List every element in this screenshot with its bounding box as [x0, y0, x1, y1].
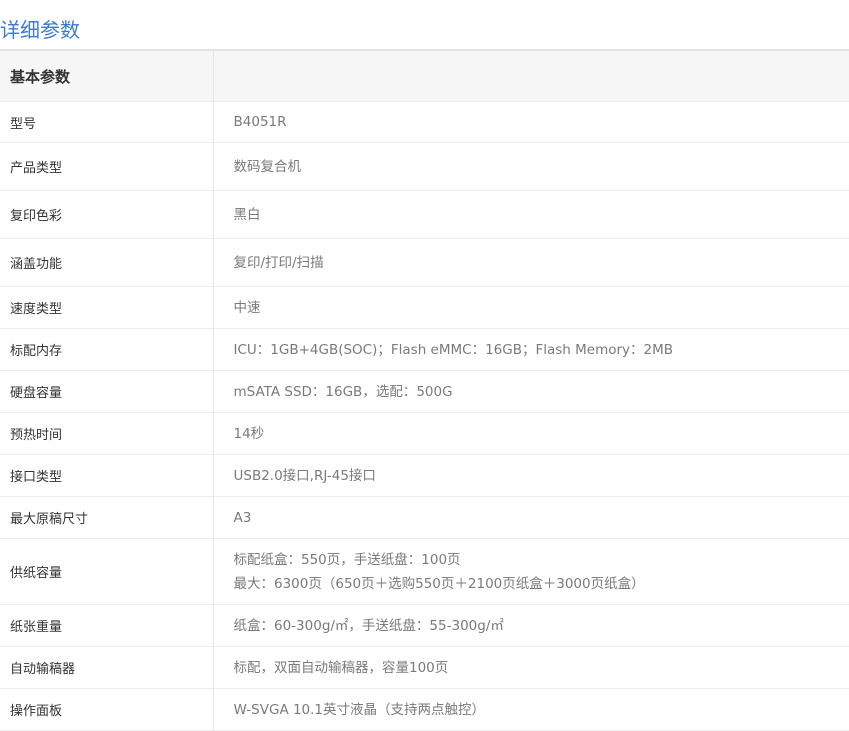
spec-row: 纸张重量纸盒：60-300g/㎡，手送纸盘：55-300g/㎡: [0, 605, 849, 647]
spec-row: 型号 B4051R: [0, 102, 849, 143]
spec-row: 硬盘容量 mSATA SSD：16GB，选配：500G: [0, 371, 849, 413]
spec-value-line: B4051R: [234, 110, 849, 134]
spec-key: 涵盖功能: [0, 239, 213, 287]
spec-value: 复印/打印/扫描: [213, 239, 849, 287]
spec-row: 产品类型数码复合机: [0, 143, 849, 191]
spec-value-line: 数码复合机: [234, 155, 849, 179]
spec-row: 涵盖功能复印/打印/扫描: [0, 239, 849, 287]
section-value-cell: [213, 51, 849, 102]
spec-value: ICU：1GB+4GB(SOC)；Flash eMMC：16GB；Flash M…: [213, 329, 849, 371]
spec-key: 操作面板: [0, 689, 213, 731]
spec-value-line: 中速: [234, 296, 849, 320]
page-title: 详细参数: [0, 15, 80, 45]
spec-value: mSATA SSD：16GB，选配：500G: [213, 371, 849, 413]
spec-row: 最大原稿尺寸 A3: [0, 497, 849, 539]
spec-value: 数码复合机: [213, 143, 849, 191]
spec-value-line: 标配纸盒：550页，手送纸盘：100页: [234, 548, 849, 572]
spec-key: 预热时间: [0, 413, 213, 455]
spec-value: B4051R: [213, 102, 849, 143]
spec-key: 硬盘容量: [0, 371, 213, 413]
spec-row: 接口类型 USB2.0接口,RJ-45接口: [0, 455, 849, 497]
spec-key: 接口类型: [0, 455, 213, 497]
spec-row: 预热时间 14秒: [0, 413, 849, 455]
spec-value-line: A3: [234, 506, 849, 530]
spec-row: 速度类型中速: [0, 287, 849, 329]
spec-key: 复印色彩: [0, 191, 213, 239]
spec-value-line: USB2.0接口,RJ-45接口: [234, 464, 849, 488]
section-title: 基本参数: [0, 51, 213, 102]
spec-value-line: ICU：1GB+4GB(SOC)；Flash eMMC：16GB；Flash M…: [234, 338, 849, 362]
spec-value-line: 复印/打印/扫描: [234, 251, 849, 275]
section-header-row: 基本参数: [0, 51, 849, 102]
spec-value-line: 14秒: [234, 422, 849, 446]
spec-value-line: 最大：6300页（650页＋选购550页＋2100页纸盒＋3000页纸盒）: [234, 572, 849, 596]
spec-row: 操作面板W-SVGA 10.1英寸液晶（支持两点触控）: [0, 689, 849, 731]
spec-value: 14秒: [213, 413, 849, 455]
spec-value-line: 标配，双面自动输稿器，容量100页: [234, 656, 849, 680]
spec-row: 自动输稿器标配，双面自动输稿器，容量100页: [0, 647, 849, 689]
spec-row: 复印色彩黑白: [0, 191, 849, 239]
spec-key: 型号: [0, 102, 213, 143]
spec-value: USB2.0接口,RJ-45接口: [213, 455, 849, 497]
spec-key: 纸张重量: [0, 605, 213, 647]
spec-value: 标配纸盒：550页，手送纸盘：100页最大：6300页（650页＋选购550页＋…: [213, 539, 849, 605]
spec-value: 标配，双面自动输稿器，容量100页: [213, 647, 849, 689]
spec-key: 产品类型: [0, 143, 213, 191]
spec-key: 自动输稿器: [0, 647, 213, 689]
spec-value: A3: [213, 497, 849, 539]
spec-value-line: 黑白: [234, 203, 849, 227]
spec-value-line: 纸盒：60-300g/㎡，手送纸盘：55-300g/㎡: [234, 614, 849, 638]
spec-key: 最大原稿尺寸: [0, 497, 213, 539]
spec-key: 供纸容量: [0, 539, 213, 605]
spec-row: 标配内存 ICU：1GB+4GB(SOC)；Flash eMMC：16GB；Fla…: [0, 329, 849, 371]
spec-key: 标配内存: [0, 329, 213, 371]
spec-key: 速度类型: [0, 287, 213, 329]
spec-value-line: mSATA SSD：16GB，选配：500G: [234, 380, 849, 404]
spec-value: 黑白: [213, 191, 849, 239]
spec-row: 供纸容量标配纸盒：550页，手送纸盘：100页最大：6300页（650页＋选购5…: [0, 539, 849, 605]
spec-value: 纸盒：60-300g/㎡，手送纸盘：55-300g/㎡: [213, 605, 849, 647]
spec-table: 基本参数 型号B4051R产品类型数码复合机复印色彩黑白涵盖功能复印/打印/扫描…: [0, 51, 849, 731]
spec-value: W-SVGA 10.1英寸液晶（支持两点触控）: [213, 689, 849, 731]
spec-value: 中速: [213, 287, 849, 329]
